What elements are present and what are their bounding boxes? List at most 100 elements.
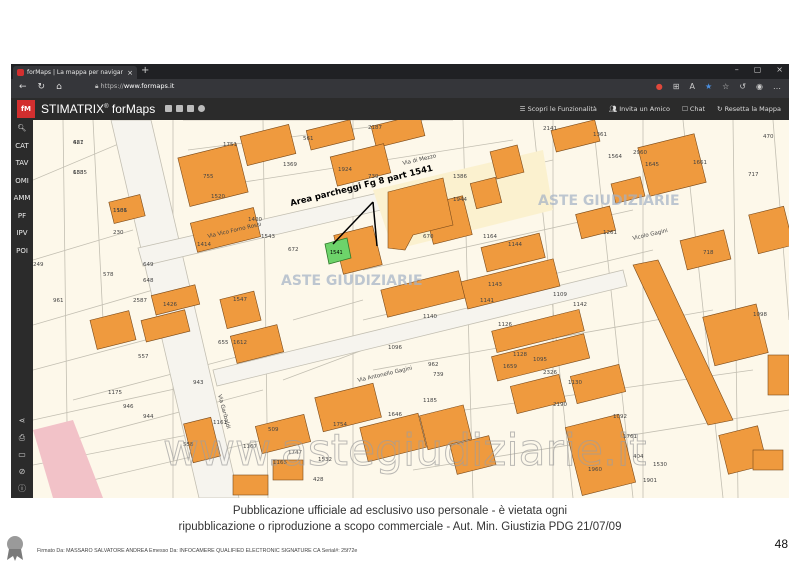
parcel-number: 1361 xyxy=(593,132,607,138)
eye-off-icon[interactable]: ⊘ xyxy=(11,463,33,480)
print-icon[interactable]: ⎙ xyxy=(11,429,33,446)
parcel-number: 648 xyxy=(143,278,154,284)
linkedin-icon[interactable] xyxy=(176,105,183,112)
reload-button[interactable]: ↻ xyxy=(38,82,46,92)
sidebar-item-ipv[interactable]: IPV xyxy=(11,225,33,243)
parcel-number: 1130 xyxy=(568,380,582,386)
award-ribbon-icon xyxy=(7,536,23,561)
menu-chat[interactable]: ☐ Chat xyxy=(682,105,705,113)
parcel-number: 1646 xyxy=(388,412,402,418)
parcel-number: 1385 xyxy=(73,170,87,176)
window-controls: – ▢ × xyxy=(735,65,783,74)
tab-close-button[interactable]: × xyxy=(127,69,133,77)
url-host: www.formaps.it xyxy=(123,82,175,90)
tracking-icon[interactable]: ● xyxy=(656,82,663,91)
parcel-number: 1530 xyxy=(653,462,667,468)
share-icon[interactable]: ⋖ xyxy=(11,412,33,429)
social-links xyxy=(165,105,205,112)
sidebar-item-pf[interactable]: PF xyxy=(11,208,33,226)
parcel-number: 1185 xyxy=(423,398,437,404)
back-button[interactable]: ← xyxy=(19,82,27,92)
collections-icon[interactable]: ☆ xyxy=(722,82,729,91)
folder-icon[interactable]: ▭ xyxy=(11,446,33,463)
parcel-number: 427 xyxy=(73,140,84,146)
search-icon[interactable]: 🔍︎ xyxy=(11,120,33,138)
info-icon[interactable]: ⓘ xyxy=(11,480,33,497)
close-window-button[interactable]: × xyxy=(776,65,783,74)
parcel-number: 1400 xyxy=(248,217,262,223)
page-number: 48 xyxy=(774,537,788,551)
parcel-number: 1142 xyxy=(573,302,587,308)
formaps-logo: fM xyxy=(17,100,35,118)
url-field[interactable]: 🔒︎ https://www.formaps.it xyxy=(95,82,174,91)
cadastral-map[interactable]: 1541 Via Garibaldi Via Vico Forno Rossi … xyxy=(33,120,789,498)
parcel-number: 557 xyxy=(138,354,149,360)
parcel-number: 2190 xyxy=(553,402,567,408)
url-prefix: https:// xyxy=(100,82,124,90)
instagram-icon[interactable] xyxy=(198,105,205,112)
minimize-button[interactable]: – xyxy=(735,65,739,74)
app-brand: STIMATRIX® forMaps xyxy=(41,102,156,116)
parcel-number: 655 xyxy=(218,340,229,346)
sidebar-item-amm[interactable]: AMM xyxy=(11,190,33,208)
maximize-button[interactable]: ▢ xyxy=(754,65,762,74)
sidebar-item-cat[interactable]: CAT xyxy=(11,138,33,156)
parcel-number: 1126 xyxy=(498,322,512,328)
sidebar-item-tav[interactable]: TAV xyxy=(11,155,33,173)
map-sidebar: 🔍︎ CAT TAV OMI AMM PF IPV POI ⋖ ⎙ ▭ ⊘ ⓘ xyxy=(11,120,33,498)
parcel-number: 1426 xyxy=(163,302,177,308)
menu-invite[interactable]: 👥︎ Invita un Amico xyxy=(609,105,670,113)
more-menu-icon[interactable]: … xyxy=(773,82,781,91)
parcel-number: 2587 xyxy=(133,298,147,304)
parcel-number: 944 xyxy=(143,414,154,420)
tab-title: forMaps | La mappa per navigare xyxy=(27,69,123,76)
parcel-number: 1164 xyxy=(483,234,497,240)
street-label-mezzo: Via di Mezzo xyxy=(402,153,437,167)
browser-tab[interactable]: forMaps | La mappa per navigare × xyxy=(13,66,137,79)
sidebar-item-omi[interactable]: OMI xyxy=(11,173,33,191)
tab-bar: forMaps | La mappa per navigare × + – ▢ … xyxy=(11,64,789,79)
parcel-number: 1143 xyxy=(488,282,502,288)
profile-avatar[interactable]: ◉ xyxy=(756,82,763,91)
favorite-star-icon[interactable]: ★ xyxy=(705,82,712,91)
read-aloud-icon[interactable]: A xyxy=(689,82,694,91)
history-icon[interactable]: ↺ xyxy=(739,82,746,91)
parcel-number: 1944 xyxy=(453,197,467,203)
parcel-number: 2187 xyxy=(368,125,382,131)
home-button[interactable]: ⌂ xyxy=(56,82,62,92)
youtube-icon[interactable] xyxy=(187,105,194,112)
parcel-label-1541: 1541 xyxy=(330,250,343,256)
favicon-icon xyxy=(17,69,24,76)
menu-features[interactable]: ☰ Scopri le Funzionalità xyxy=(520,105,597,113)
parcel-number: 670 xyxy=(423,234,434,240)
parcel-number: 428 xyxy=(313,477,324,483)
parcel-number: 946 xyxy=(123,404,134,410)
browser-window: forMaps | La mappa per navigare × + – ▢ … xyxy=(11,64,789,498)
street-label-vicolo-gagini: Vicolo Gagini xyxy=(632,228,669,242)
parcel-number: 1386 xyxy=(453,174,467,180)
parcel-number: 649 xyxy=(143,262,154,268)
sidebar-tools: ⋖ ⎙ ▭ ⊘ ⓘ xyxy=(11,412,33,497)
parcel-number: 1645 xyxy=(645,162,659,168)
caption-line-2: ripubblicazione o riproduzione a scopo c… xyxy=(178,521,622,533)
watermark-logo-1: ASTE GIUDIZIARIE xyxy=(281,273,423,289)
facebook-icon[interactable] xyxy=(165,105,172,112)
parcel-number: 1543 xyxy=(261,234,275,240)
sidebar-item-poi[interactable]: POI xyxy=(11,243,33,261)
parcel-number: 1261 xyxy=(603,230,617,236)
parcel-number: 672 xyxy=(288,247,299,253)
address-bar-icons: ● ⊞ A ★ ☆ ↺ ◉ … xyxy=(656,82,781,91)
digital-signature: Firmato Da: MASSARO SALVATORE ANDREA Eme… xyxy=(37,548,358,554)
menu-reset-map[interactable]: ↻ Resetta la Mappa xyxy=(717,105,781,113)
caption-line-1: Pubblicazione ufficiale ad esclusivo uso… xyxy=(232,505,568,517)
parcel-number: 1109 xyxy=(553,292,567,298)
parcel-number: 561 xyxy=(303,136,314,142)
apps-icon[interactable]: ⊞ xyxy=(673,82,680,91)
parcel-number: 1901 xyxy=(643,478,657,484)
parcel-number: 1140 xyxy=(423,314,437,320)
parcel-number: 1092 xyxy=(613,414,627,420)
parcel-number: 1612 xyxy=(233,340,247,346)
new-tab-button[interactable]: + xyxy=(141,65,149,76)
map-canvas[interactable]: 1541 Via Garibaldi Via Vico Forno Rossi … xyxy=(33,120,789,498)
parcel-number: 1144 xyxy=(508,242,522,248)
